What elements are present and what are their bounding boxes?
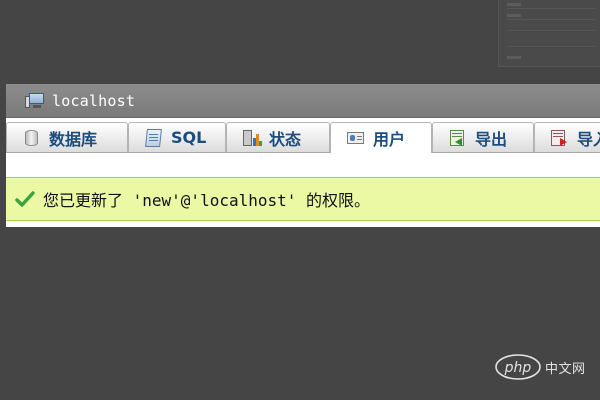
success-message: 您已更新了 'new'@'localhost' 的权限。	[6, 177, 600, 221]
tab-databases[interactable]: 数据库	[6, 122, 128, 152]
message-text: 您已更新了 'new'@'localhost' 的权限。	[43, 191, 371, 210]
status-icon	[241, 128, 262, 148]
tab-bar: 数据库 SQL 状态 用户 导出 导	[6, 118, 600, 153]
site-watermark: php 中文网	[495, 352, 586, 382]
php-logo: php	[495, 353, 541, 381]
users-icon	[345, 128, 365, 148]
background-window-fragment	[498, 0, 600, 67]
tab-label: 用户	[373, 130, 406, 149]
tab-label: 数据库	[49, 129, 98, 149]
export-icon	[447, 128, 467, 148]
tab-label: 导入	[577, 129, 600, 149]
tab-sql[interactable]: SQL	[128, 122, 226, 152]
tab-users[interactable]: 用户	[330, 122, 432, 153]
tab-label: 导出	[475, 129, 508, 149]
server-link[interactable]: localhost	[52, 92, 135, 110]
tab-label: 状态	[269, 129, 302, 149]
tab-export[interactable]: 导出	[432, 122, 534, 152]
import-icon	[549, 128, 569, 148]
svg-text:php: php	[504, 360, 532, 376]
watermark-text: 中文网	[545, 361, 586, 377]
phpmyadmin-panel: localhost 数据库 SQL 状态 用户 导出 导 您已更新了 'new'…	[6, 84, 600, 227]
tab-label: SQL	[171, 128, 207, 147]
database-icon	[21, 128, 41, 148]
screenshot-page: localhost 数据库 SQL 状态 用户 导出 导 您已更新了 'new'…	[0, 0, 600, 400]
tab-import[interactable]: 导入	[534, 122, 600, 152]
sql-icon	[143, 128, 163, 148]
server-title-bar: localhost	[6, 84, 600, 118]
tab-status[interactable]: 状态	[226, 122, 330, 152]
check-icon	[15, 190, 35, 208]
server-icon	[25, 92, 47, 110]
